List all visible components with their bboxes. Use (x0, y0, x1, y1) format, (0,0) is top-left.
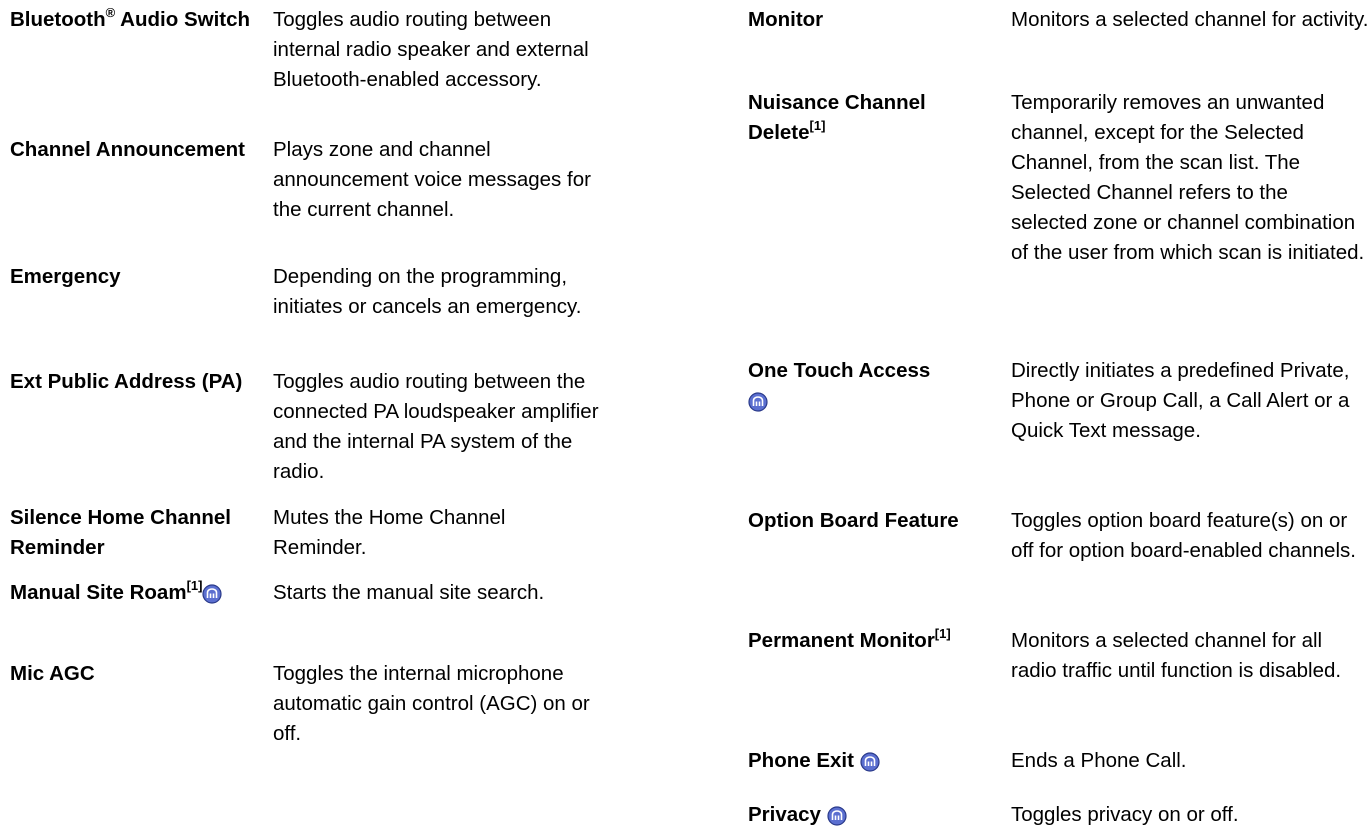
feature-row: Phone Exit Ends a Phone Call. (748, 746, 1369, 800)
feature-term: Nuisance Channel Delete[1] (748, 91, 926, 144)
feature-row: Channel Announcement Plays zone and chan… (10, 135, 650, 262)
right-column: Monitor Monitors a selected channel for … (748, 0, 1369, 840)
trunking-feature-icon (827, 805, 847, 826)
feature-term: Channel Announcement (10, 138, 245, 161)
feature-term: One Touch Access (748, 356, 988, 416)
feature-row: Silence Home Channel Reminder Mutes the … (10, 503, 650, 578)
trunking-feature-icon (202, 583, 223, 604)
feature-description: Toggles option board feature(s) on or of… (1011, 509, 1356, 562)
feature-term: Option Board Feature (748, 509, 959, 532)
feature-term: Permanent Monitor[1] (748, 626, 951, 652)
feature-description: Toggles audio routing between the connec… (273, 370, 599, 483)
feature-row: Manual Site Roam[1] Starts the manual si… (10, 578, 650, 659)
feature-row: Emergency Depending on the programming, … (10, 262, 650, 367)
feature-row: Privacy Toggles privacy on or off. (748, 800, 1369, 840)
trunking-feature-icon (860, 751, 880, 772)
feature-row: Bluetooth® Audio Switch Toggles audio ro… (10, 0, 650, 135)
trunking-feature-icon (748, 391, 768, 412)
feature-description: Starts the manual site search. (273, 581, 545, 604)
feature-term: Privacy (748, 800, 988, 830)
feature-description: Ends a Phone Call. (1011, 749, 1187, 772)
feature-description: Directly initiates a predefined Private,… (1011, 359, 1350, 442)
feature-term: Bluetooth® Audio Switch (10, 5, 251, 31)
feature-term: Mic AGC (10, 662, 95, 685)
feature-description: Plays zone and channel announcement voic… (273, 138, 591, 221)
feature-description: Monitors a selected channel for activity… (1011, 8, 1369, 31)
feature-row: Permanent Monitor[1] Monitors a selected… (748, 626, 1369, 746)
feature-term: Phone Exit (748, 746, 988, 776)
feature-row: One Touch Access Directly initiates a pr… (748, 356, 1369, 506)
feature-description: Toggles the internal microphone automati… (273, 662, 590, 745)
feature-description: Depending on the programming, initiates … (273, 265, 582, 318)
feature-description: Toggles audio routing between internal r… (273, 8, 589, 91)
feature-row: Ext Public Address (PA) Toggles audio ro… (10, 367, 650, 503)
feature-term: Manual Site Roam[1] (10, 578, 265, 608)
feature-row: Mic AGC Toggles the internal microphone … (10, 659, 650, 764)
feature-term: Silence Home Channel Reminder (10, 506, 232, 559)
left-column: Bluetooth® Audio Switch Toggles audio ro… (10, 0, 650, 764)
feature-description: Mutes the Home Channel Reminder. (273, 506, 506, 559)
feature-term: Emergency (10, 265, 121, 288)
feature-term: Monitor (748, 8, 824, 31)
feature-row: Monitor Monitors a selected channel for … (748, 0, 1369, 88)
feature-term: Ext Public Address (PA) (10, 370, 243, 393)
feature-row: Option Board Feature Toggles option boar… (748, 506, 1369, 626)
feature-description: Monitors a selected channel for all radi… (1011, 629, 1342, 682)
feature-description: Toggles privacy on or off. (1011, 803, 1239, 826)
feature-description: Temporarily removes an unwanted channel,… (1011, 91, 1365, 264)
feature-row: Nuisance Channel Delete[1] Temporarily r… (748, 88, 1369, 356)
